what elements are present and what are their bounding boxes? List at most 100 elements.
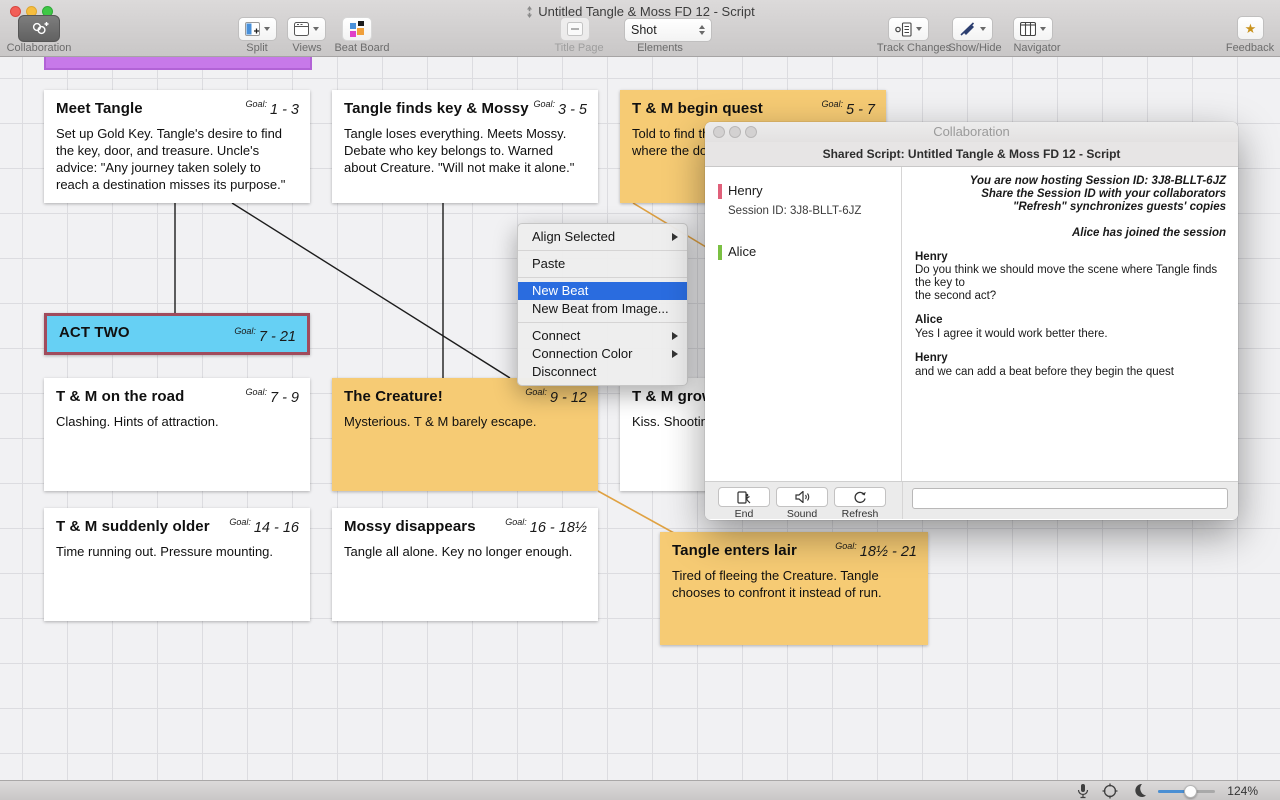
chat-text: Do you think we should move the scene wh… (915, 264, 1226, 303)
chat-message: Henry and we can add a beat before they … (915, 352, 1226, 379)
chat-text: and we can add a beat before they begin … (915, 366, 1226, 379)
refresh-button-label: Refresh (834, 508, 886, 520)
zoom-level: 124% (1227, 784, 1258, 798)
menu-item-connect[interactable]: Connect (518, 327, 687, 345)
shared-script-label: Shared Script: Untitled Tangle & Moss FD… (705, 142, 1238, 167)
participant-alice[interactable]: Alice (718, 244, 901, 260)
chat-log: You are now hosting Session ID: 3J8-BLLT… (903, 167, 1238, 481)
act-one-card-edge[interactable] (44, 57, 312, 70)
show-hide-label: Show/Hide (944, 42, 1006, 54)
refresh-icon (853, 491, 867, 504)
join-message: Alice has joined the session (915, 227, 1226, 240)
feedback-button[interactable]: ★ (1237, 16, 1264, 40)
chevron-down-icon (264, 27, 270, 31)
chat-author: Henry (915, 352, 1226, 365)
beat-body: Time running out. Pressure mounting. (56, 544, 298, 561)
title-page-label: Title Page (551, 42, 607, 54)
zoom-slider-thumb[interactable] (1184, 785, 1197, 798)
up-down-chevron-icon (699, 25, 705, 35)
title-page-button[interactable] (560, 17, 590, 41)
beat-card-tangle-finds-key[interactable]: Tangle finds key & Mossy Goal:3 - 5 Tang… (332, 90, 598, 203)
sound-button[interactable] (776, 487, 828, 507)
chevron-down-icon (313, 27, 319, 31)
views-icon (294, 22, 309, 36)
participant-henry[interactable]: Henry (718, 183, 901, 199)
elements-select[interactable]: Shot (624, 18, 712, 42)
beat-board-button[interactable] (342, 17, 372, 41)
panel-divider (902, 482, 903, 519)
chat-text: Yes I agree it would work better there. (915, 328, 1226, 341)
beat-card-enters-lair[interactable]: Tangle enters lair Goal:18½ - 21 Tired o… (660, 532, 928, 645)
feedback-label: Feedback (1222, 42, 1278, 54)
refresh-button[interactable] (834, 487, 886, 507)
star-icon: ★ (1245, 22, 1257, 35)
collaboration-button[interactable] (18, 15, 60, 42)
collaboration-titlebar[interactable]: Collaboration (705, 122, 1238, 142)
track-changes-button[interactable] (888, 17, 929, 41)
app-window: Untitled Tangle & Moss FD 12 - Script Co… (0, 0, 1280, 800)
chevron-down-icon (916, 27, 922, 31)
beat-goal: Goal:16 - 18½ (505, 517, 587, 537)
submenu-arrow-icon (672, 350, 678, 358)
beat-card-the-creature[interactable]: The Creature! Goal:9 - 12 Mysterious. T … (332, 378, 598, 491)
system-message: Share the Session ID with your collabora… (915, 188, 1226, 201)
title-page-icon (567, 22, 583, 36)
chat-message: Henry Do you think we should move the sc… (915, 251, 1226, 304)
beat-body: Tangle all alone. Key no longer enough. (344, 544, 586, 561)
target-icon[interactable] (1102, 783, 1118, 799)
minimize-window-button[interactable] (729, 126, 741, 138)
views-button[interactable] (287, 17, 326, 41)
menu-item-disconnect[interactable]: Disconnect (518, 363, 687, 381)
zoom-window-button[interactable] (745, 126, 757, 138)
split-icon (245, 22, 260, 36)
beat-card-mossy-disappears[interactable]: Mossy disappears Goal:16 - 18½ Tangle al… (332, 508, 598, 621)
chat-author: Henry (915, 251, 1226, 264)
system-message: You are now hosting Session ID: 3J8-BLLT… (915, 175, 1226, 188)
menu-item-new-beat[interactable]: New Beat (518, 282, 687, 300)
participant-color-bar (718, 184, 722, 199)
session-id-label: Session ID: 3J8-BLLT-6JZ (728, 205, 901, 217)
beat-goal: Goal:14 - 16 (229, 517, 299, 537)
menu-item-new-beat-from-image[interactable]: New Beat from Image... (518, 300, 687, 318)
window-title: Untitled Tangle & Moss FD 12 - Script (0, 4, 1280, 19)
beat-goal: Goal:9 - 12 (525, 387, 587, 407)
navigator-icon (1020, 22, 1036, 36)
status-bar: 124% (0, 780, 1280, 800)
beat-card-act-two[interactable]: ACT TWO Goal:7 - 21 (44, 313, 310, 355)
show-hide-icon (959, 22, 976, 37)
chat-message: Alice Yes I agree it would work better t… (915, 314, 1226, 341)
beat-card-on-the-road[interactable]: T & M on the road Goal:7 - 9 Clashing. H… (44, 378, 310, 491)
elements-selected-value: Shot (631, 23, 657, 37)
beat-body: Tired of fleeing the Creature. Tangle ch… (672, 568, 916, 602)
menu-separator (518, 250, 687, 251)
navigator-button[interactable] (1013, 17, 1053, 41)
navigator-label: Navigator (1008, 42, 1066, 54)
chat-input[interactable] (912, 488, 1228, 509)
beat-body: Tangle loses everything. Meets Mossy. De… (344, 126, 586, 177)
zoom-slider[interactable] (1158, 790, 1215, 793)
dark-mode-moon-icon[interactable] (1133, 783, 1147, 798)
menu-separator (518, 277, 687, 278)
sound-button-label: Sound (776, 508, 828, 520)
chat-author: Alice (915, 314, 1226, 327)
show-hide-button[interactable] (952, 17, 993, 41)
beat-card-suddenly-older[interactable]: T & M suddenly older Goal:14 - 16 Time r… (44, 508, 310, 621)
end-button-label: End (718, 508, 770, 520)
participant-color-bar (718, 245, 722, 260)
submenu-arrow-icon (672, 233, 678, 241)
views-label: Views (280, 42, 334, 54)
beat-goal: Goal:18½ - 21 (835, 541, 917, 561)
microphone-icon[interactable] (1077, 783, 1089, 799)
end-session-button[interactable] (718, 487, 770, 507)
beat-goal: Goal:3 - 5 (533, 99, 587, 119)
submenu-arrow-icon (672, 332, 678, 340)
menu-item-paste[interactable]: Paste (518, 255, 687, 273)
beat-card-meet-tangle[interactable]: Meet Tangle Goal:1 - 3 Set up Gold Key. … (44, 90, 310, 203)
menu-item-align-selected[interactable]: Align Selected (518, 228, 687, 246)
menu-item-connection-color[interactable]: Connection Color (518, 345, 687, 363)
close-window-button[interactable] (713, 126, 725, 138)
system-message: "Refresh" synchronizes guests' copies (915, 201, 1226, 214)
collaboration-bottom-bar: End Sound Refresh (705, 481, 1238, 519)
split-button[interactable] (238, 17, 277, 41)
beat-board-label: Beat Board (330, 42, 394, 54)
